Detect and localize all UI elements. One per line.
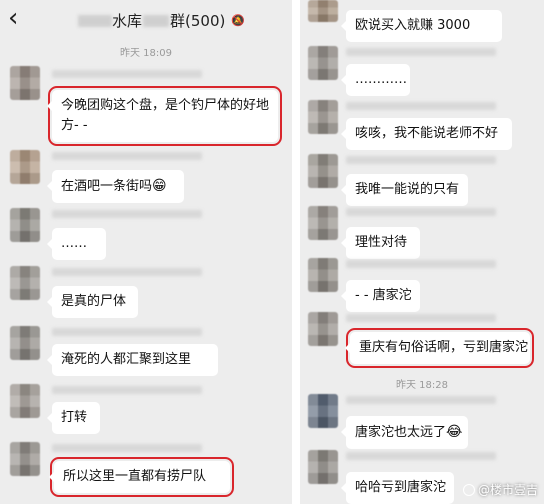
right-chat-panel: 欧说买入就赚 3000 ………… 咳咳，我不能说老师不好 我唯一能说的只有 理性… <box>300 0 544 504</box>
avatar[interactable] <box>10 326 40 360</box>
message-bubble[interactable]: 今晚团购这个盘，是个钓尸体的好地方- - <box>47 86 282 146</box>
sender-name <box>52 328 202 336</box>
sender-name <box>346 452 496 460</box>
weibo-logo-icon <box>462 484 475 496</box>
chat-title-text: 水库 <box>112 12 143 30</box>
avatar[interactable] <box>10 384 40 418</box>
avatar[interactable] <box>308 394 338 428</box>
sender-name <box>52 210 202 218</box>
watermark: @楼市壹吉 <box>462 481 538 498</box>
message-bubble[interactable]: 理性对待 <box>341 227 420 259</box>
redacted-title-part <box>78 14 112 27</box>
sender-name <box>346 156 496 164</box>
message-bubble[interactable]: 咳咳，我不能说老师不好 <box>341 118 512 150</box>
avatar[interactable] <box>308 450 338 484</box>
message-bubble[interactable]: 我唯一能说的只有 <box>341 174 468 206</box>
avatar[interactable] <box>10 266 40 300</box>
timestamp: 昨天 18:28 <box>396 380 448 391</box>
chevron-left-icon[interactable]: ‹ <box>8 4 18 32</box>
laughing-emoji-icon: 😂 <box>446 424 463 440</box>
sender-name <box>346 396 496 404</box>
avatar[interactable] <box>308 0 338 22</box>
bell-off-icon: 🔕 <box>231 14 246 27</box>
sender-name <box>346 260 496 268</box>
avatar[interactable] <box>10 442 40 476</box>
message-bubble[interactable]: - - 唐家沱 <box>341 280 420 312</box>
sender-name <box>346 48 496 56</box>
message-text: 唐家沱也太远了 <box>355 425 447 440</box>
message-bubble[interactable]: 所以这里一直都有捞尸队 <box>49 457 234 497</box>
left-chat-panel: ‹ 水库 群(500) 🔕 昨天 18:09 今晚团购这个盘，是个钓尸体的好地方… <box>0 0 292 504</box>
avatar[interactable] <box>308 100 338 134</box>
avatar[interactable] <box>10 150 40 184</box>
message-text: 在酒吧一条街吗 <box>61 179 153 194</box>
grin-emoji-icon: 😁 <box>152 178 167 194</box>
sender-name <box>346 208 496 216</box>
sender-name <box>346 314 496 322</box>
redacted-title-part <box>143 14 170 27</box>
sender-name <box>52 268 202 276</box>
avatar[interactable] <box>10 66 40 100</box>
avatar[interactable] <box>308 154 338 188</box>
message-bubble[interactable]: 打转 <box>47 402 100 434</box>
avatar[interactable] <box>308 206 338 240</box>
sender-name <box>52 152 202 160</box>
sender-name <box>52 386 202 394</box>
sender-name <box>52 70 202 78</box>
avatar[interactable] <box>308 46 338 80</box>
message-bubble[interactable]: ………… <box>341 64 410 96</box>
sender-name <box>346 102 496 110</box>
timestamp: 昨天 18:09 <box>120 48 172 59</box>
avatar[interactable] <box>10 208 40 242</box>
chat-title-count: 群(500) <box>170 12 226 30</box>
avatar[interactable] <box>308 312 338 346</box>
avatar[interactable] <box>308 258 338 292</box>
message-bubble[interactable]: …… <box>47 228 106 260</box>
sender-name <box>52 444 202 452</box>
message-bubble[interactable]: 重庆有句俗话啊，亏到唐家沱 <box>345 328 534 368</box>
message-bubble[interactable]: 欧说买入就赚 3000 <box>341 10 502 42</box>
chat-title: 水库 群(500) 🔕 <box>78 10 245 31</box>
watermark-text: @楼市壹吉 <box>477 483 538 497</box>
message-bubble[interactable]: 是真的尸体 <box>47 286 138 318</box>
message-bubble[interactable]: 在酒吧一条街吗😁 <box>47 170 184 203</box>
message-bubble[interactable]: 唐家沱也太远了😂 <box>341 416 468 449</box>
chat-header: ‹ 水库 群(500) 🔕 <box>0 0 292 38</box>
message-bubble[interactable]: 哈哈亏到唐家沱 <box>341 472 454 504</box>
message-bubble[interactable]: 淹死的人都汇聚到这里 <box>47 344 218 376</box>
